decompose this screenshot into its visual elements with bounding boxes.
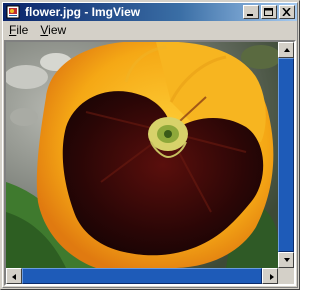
window-title: flower.jpg - ImgView: [25, 5, 141, 19]
menu-view-label: iew: [48, 23, 67, 37]
image-viewport[interactable]: [4, 40, 296, 286]
image-file-icon: [6, 5, 20, 19]
minimize-button[interactable]: [243, 5, 259, 19]
scroll-up-button[interactable]: [278, 42, 294, 58]
maximize-button[interactable]: [261, 5, 277, 19]
menu-bar: File View: [3, 22, 297, 39]
scroll-down-button[interactable]: [278, 252, 294, 268]
title-bar[interactable]: flower.jpg - ImgView: [3, 3, 297, 21]
arrow-down-icon: [284, 258, 290, 262]
menu-view[interactable]: View: [34, 22, 72, 39]
menu-file-label: ile: [16, 23, 29, 37]
menu-file[interactable]: File: [3, 22, 34, 39]
menu-view-accel: V: [40, 23, 49, 37]
close-icon: [282, 8, 291, 16]
arrow-left-icon: [12, 274, 16, 280]
title-buttons: [241, 5, 295, 19]
horizontal-scroll-thumb[interactable]: [22, 268, 262, 284]
scrollbar-corner: [278, 268, 294, 284]
close-button[interactable]: [279, 5, 295, 19]
minimize-icon: [247, 14, 253, 16]
horizontal-scrollbar[interactable]: [6, 268, 278, 284]
maximize-icon: [264, 8, 273, 16]
arrow-right-icon: [270, 274, 274, 280]
flower-picture: [6, 42, 278, 268]
scroll-right-button[interactable]: [262, 268, 278, 284]
arrow-up-icon: [284, 48, 290, 52]
vertical-scrollbar[interactable]: [278, 42, 294, 268]
flower-image: [6, 42, 278, 268]
vertical-scroll-thumb[interactable]: [278, 58, 294, 252]
imgview-window: flower.jpg - ImgView File View: [0, 0, 300, 290]
scroll-left-button[interactable]: [6, 268, 22, 284]
